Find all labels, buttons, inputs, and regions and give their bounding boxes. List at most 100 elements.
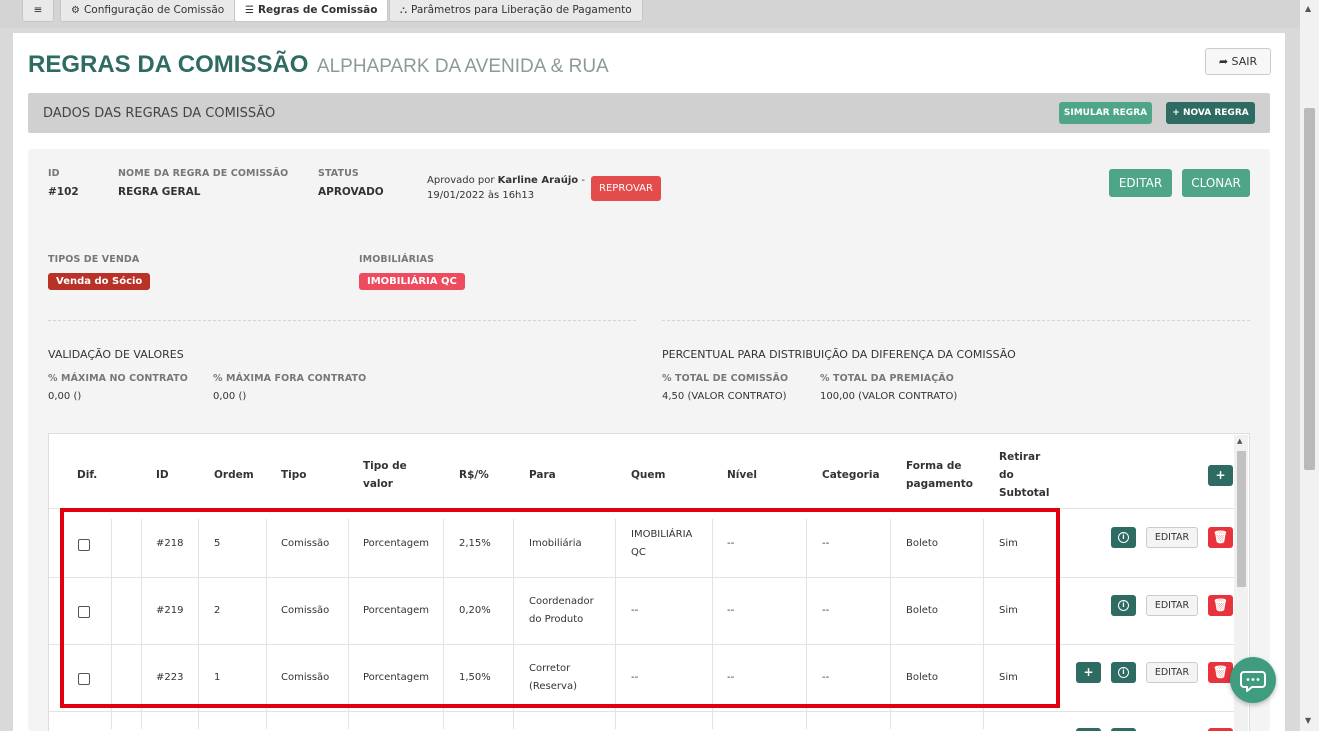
- table-scroll-thumb[interactable]: [1237, 451, 1246, 587]
- tab-bar: ≡ ⚙ Configuração de Comissão ☰ Regras de C…: [0, 0, 1300, 28]
- approved-date: 19/01/2022 às 16h13: [427, 190, 535, 201]
- row-categoria: --: [822, 605, 830, 616]
- trash-icon: 🗑: [1212, 665, 1229, 679]
- row-para: Coordenador do Produto: [529, 596, 594, 625]
- info-icon: i: [1118, 532, 1129, 543]
- row-quem: IMOBILIÁRIA QC: [631, 529, 693, 558]
- scroll-up-arrow-icon[interactable]: ▲: [1305, 4, 1311, 13]
- row-tipo-valor: Porcentagem: [363, 672, 429, 683]
- simular-regra-button[interactable]: SIMULAR REGRA: [1059, 102, 1152, 124]
- menu-toggle-button[interactable]: ≡: [22, 0, 54, 22]
- th-forma-pagamento: Forma de pagamento: [906, 460, 973, 490]
- th-nivel: Nível: [727, 469, 757, 481]
- th-tipo-valor: Tipo de valor: [363, 460, 407, 490]
- sitemap-icon: ⛬: [400, 5, 407, 16]
- row-nivel: --: [727, 538, 735, 549]
- trash-icon: 🗑: [1212, 530, 1229, 544]
- max-contrato-label: % MÁXIMA NO CONTRATO: [48, 373, 188, 384]
- th-rs: R$/%: [459, 469, 489, 481]
- row-retirar: Sim: [999, 605, 1018, 616]
- validacao-title: VALIDAÇÃO DE VALORES: [48, 348, 184, 361]
- page-scroll-thumb[interactable]: [1304, 108, 1315, 470]
- list-icon: ☰: [245, 5, 254, 16]
- row-retirar: Sim: [999, 672, 1018, 683]
- row-rs: 1,50%: [459, 672, 491, 683]
- edit-row-button[interactable]: EDITAR: [1146, 527, 1198, 548]
- rule-name-label: NOME DA REGRA DE COMISSÃO: [118, 168, 289, 179]
- reprovar-button[interactable]: REPROVAR: [591, 176, 661, 201]
- dif-checkbox[interactable]: [78, 539, 90, 551]
- add-row-button[interactable]: +: [1208, 465, 1233, 486]
- edit-row-button[interactable]: EDITAR: [1146, 662, 1198, 683]
- row-quem: --: [631, 605, 639, 616]
- th-ordem: Ordem: [214, 469, 254, 481]
- edit-row-button[interactable]: EDITAR: [1146, 595, 1198, 616]
- imobiliaria-badge: IMOBILIÁRIA QC: [359, 273, 465, 290]
- id-label: ID: [48, 168, 60, 179]
- max-fora-value: 0,00 (): [213, 391, 247, 402]
- th-retirar-subtotal: Retirar do Subtotal: [999, 451, 1050, 499]
- row-tipo: Comissão: [281, 605, 330, 616]
- scroll-down-arrow-icon[interactable]: ▼: [1305, 716, 1311, 725]
- delete-row-button[interactable]: 🗑: [1208, 595, 1233, 616]
- page-title-main: REGRAS DA COMISSÃO: [28, 51, 309, 78]
- row-para: Imobiliária: [529, 538, 582, 549]
- row-forma: Boleto: [906, 672, 938, 683]
- row-id: #218: [156, 538, 184, 549]
- th-para: Para: [529, 469, 556, 481]
- row-tipo: Comissão: [281, 538, 330, 549]
- rule-name-value: REGRA GERAL: [118, 186, 201, 198]
- max-contrato-value: 0,00 (): [48, 391, 82, 402]
- clonar-rule-button[interactable]: CLONAR: [1182, 169, 1250, 197]
- th-id: ID: [156, 469, 169, 481]
- tipo-venda-badge: Venda do Sócio: [48, 273, 151, 290]
- info-button[interactable]: i: [1111, 527, 1136, 548]
- row-forma: Boleto: [906, 605, 938, 616]
- row-id: #223: [156, 672, 184, 683]
- th-tipo: Tipo: [281, 469, 307, 481]
- tab-parametros[interactable]: ⛬ Parâmetros para Liberação de Pagamento: [389, 0, 643, 22]
- section-header: DADOS DAS REGRAS DA COMISSÃO SIMULAR REG…: [28, 93, 1270, 133]
- dif-checkbox[interactable]: [78, 606, 90, 618]
- row-ordem: 2: [214, 605, 221, 616]
- info-button[interactable]: i: [1111, 662, 1136, 683]
- editar-rule-button[interactable]: EDITAR: [1109, 169, 1172, 197]
- row-ordem: 5: [214, 538, 221, 549]
- gear-icon: ⚙: [71, 5, 80, 16]
- row-id: #219: [156, 605, 184, 616]
- row-categoria: --: [822, 538, 830, 549]
- nova-regra-button[interactable]: + NOVA REGRA: [1166, 102, 1255, 124]
- total-premiacao-value: 100,00 (VALOR CONTRATO): [820, 391, 958, 402]
- row-tipo-valor: Porcentagem: [363, 538, 429, 549]
- th-categoria: Categoria: [822, 469, 880, 481]
- chat-button[interactable]: [1230, 657, 1276, 703]
- hamburger-icon: ≡: [33, 4, 43, 16]
- tab-regras[interactable]: ☰ Regras de Comissão: [234, 0, 389, 22]
- info-button[interactable]: i: [1111, 595, 1136, 616]
- sair-button[interactable]: ➦ SAIR: [1205, 48, 1271, 75]
- row-nivel: --: [727, 605, 735, 616]
- status-label: STATUS: [318, 168, 359, 179]
- row-categoria: --: [822, 672, 830, 683]
- row-nivel: --: [727, 672, 735, 683]
- row-retirar: Sim: [999, 538, 1018, 549]
- main-panel: REGRAS DA COMISSÃO ALPHAPARK DA AVENIDA …: [13, 33, 1285, 731]
- rule-details-card: ID #102 NOME DA REGRA DE COMISSÃO REGRA …: [28, 149, 1270, 731]
- row-ordem: 1: [214, 672, 221, 683]
- total-comissao-value: 4,50 (VALOR CONTRATO): [662, 391, 787, 402]
- delete-row-button[interactable]: 🗑: [1208, 527, 1233, 548]
- page-scrollbar[interactable]: ▲ ▼: [1300, 0, 1319, 731]
- dif-checkbox[interactable]: [78, 673, 90, 685]
- tab-configuracao[interactable]: ⚙ Configuração de Comissão: [60, 0, 236, 22]
- row-forma: Boleto: [906, 538, 938, 549]
- row-para: Corretor (Reserva): [529, 663, 577, 692]
- divider-left: [48, 320, 636, 321]
- percentual-title: PERCENTUAL PARA DISTRIBUIÇÃO DA DIFERENÇ…: [662, 348, 1016, 361]
- add-subrule-button[interactable]: +: [1076, 662, 1101, 683]
- total-premiacao-label: % TOTAL DA PREMIAÇÃO: [820, 373, 954, 384]
- row-quem: --: [631, 672, 639, 683]
- imobiliarias-label: IMOBILIÁRIAS: [359, 254, 435, 265]
- chat-icon: [1240, 671, 1266, 692]
- row-rs: 0,20%: [459, 605, 491, 616]
- scroll-up-arrow-icon[interactable]: ▲: [1237, 437, 1242, 445]
